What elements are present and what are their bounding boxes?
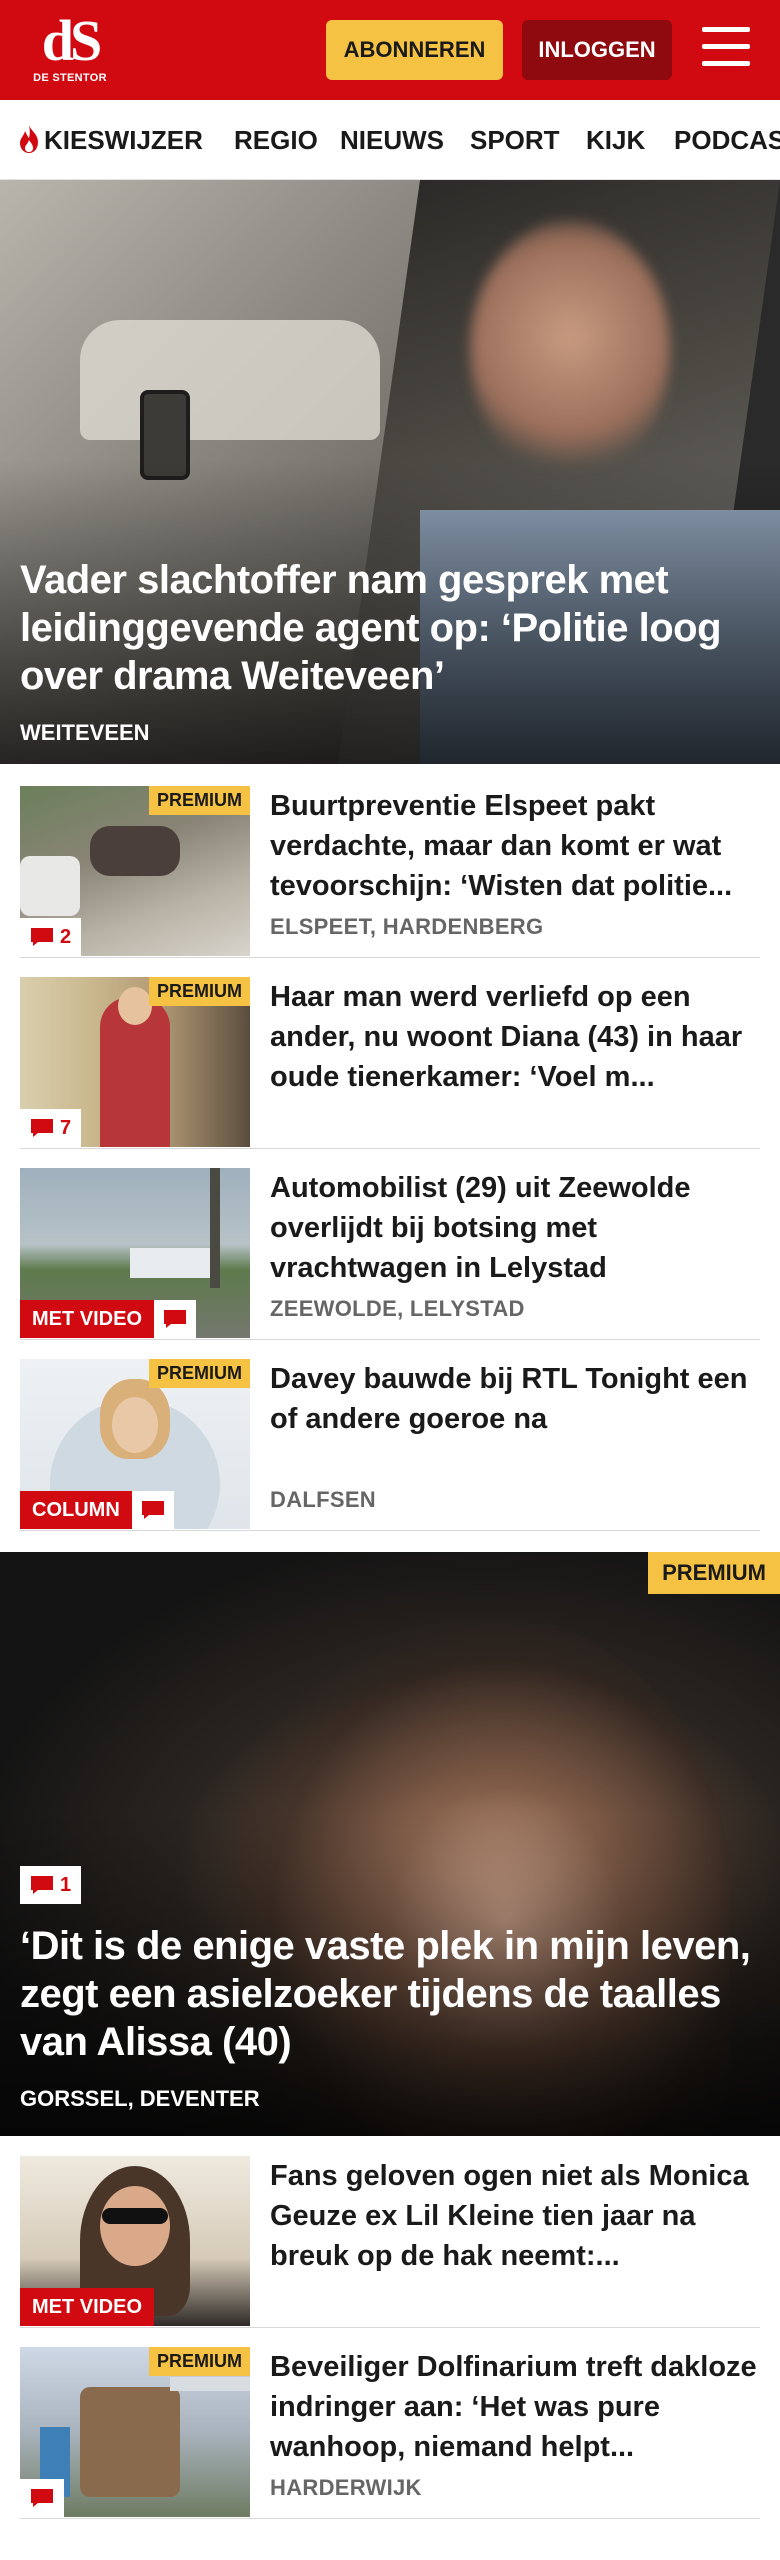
nav-item-sport[interactable]: SPORT [470, 100, 560, 179]
article-title[interactable]: Beveiliger Dolfinarium treft dakloze ind… [270, 2347, 760, 2467]
article-title[interactable]: Buurtpreventie Elspeet pakt verdachte, m… [270, 786, 760, 906]
comment-icon [31, 1119, 53, 1137]
nav-item-podcast[interactable]: PODCAS [674, 100, 780, 179]
hero-image-face-blurred [470, 220, 670, 480]
comment-icon [31, 2489, 53, 2507]
article-thumbnail: PREMIUM COLUMN [20, 1359, 250, 1529]
video-badge[interactable]: MET VIDEO [20, 2288, 155, 2326]
nav-item-kijk[interactable]: KIJK [586, 100, 645, 179]
comment-count: 2 [60, 925, 72, 948]
nav-label: KIESWIJZER [44, 125, 203, 155]
column-label: COLUMN [20, 1491, 132, 1529]
hero-title[interactable]: Vader slachtoffer nam gesprek met leidin… [20, 556, 760, 700]
article-thumbnail: PREMIUM 7 [20, 977, 250, 1147]
list-item[interactable]: PREMIUM 7 Haar man werd verliefd op een … [20, 977, 760, 1149]
comment-count-badge[interactable]: 1 [20, 1866, 82, 1904]
nav-item-kieswijzer[interactable]: KIESWIJZER [16, 100, 203, 179]
section-nav: KIESWIJZER REGIO NIEUWS SPORT KIJK PODCA… [0, 100, 780, 180]
premium-badge: PREMIUM [149, 1359, 250, 1388]
premium-badge: PREMIUM [149, 786, 250, 815]
comment-count-badge[interactable]: 2 [20, 918, 82, 956]
list-item[interactable]: PREMIUM 2 Buurtpreventie Elspeet pakt ve… [20, 786, 760, 958]
article-location: HARDERWIJK [270, 2475, 422, 2500]
hero-image-car [80, 320, 380, 440]
login-button[interactable]: INLOGGEN [522, 20, 672, 80]
premium-badge: PREMIUM [149, 977, 250, 1006]
nav-item-nieuws[interactable]: NIEUWS [340, 100, 444, 179]
hero-location: WEITEVEEN [20, 720, 150, 745]
list-item[interactable]: MET VIDEO Fans geloven ogen niet als Mon… [20, 2156, 760, 2328]
comment-icon [141, 1501, 164, 1519]
logo-mark: dS [41, 8, 103, 73]
video-label: MET VIDEO [20, 1300, 155, 1338]
comment-icon [164, 1310, 187, 1328]
article-title[interactable]: Haar man werd verliefd op een ander, nu … [270, 977, 760, 1097]
comment-count: 7 [60, 1116, 72, 1139]
comment-icon [31, 928, 53, 946]
video-label: MET VIDEO [20, 2288, 155, 2326]
comment-icon [31, 1876, 53, 1894]
article-location: ELSPEET, HARDENBERG [270, 914, 544, 939]
feature-article[interactable]: PREMIUM 1 ‘Dit is de enige vaste plek in… [0, 1552, 780, 2136]
article-thumbnail: MET VIDEO [20, 1168, 250, 1338]
hero-article[interactable]: Vader slachtoffer nam gesprek met leidin… [0, 180, 780, 764]
premium-badge: PREMIUM [648, 1552, 780, 1594]
article-title[interactable]: Fans geloven ogen niet als Monica Geuze … [270, 2156, 760, 2276]
article-thumbnail: PREMIUM 2 [20, 786, 250, 956]
comment-badge[interactable] [20, 2479, 64, 2517]
video-badge[interactable]: MET VIDEO [20, 1300, 197, 1338]
article-title[interactable]: Davey bauwde bij RTL Tonight een of ande… [270, 1359, 760, 1479]
flame-icon [20, 125, 38, 154]
logo[interactable]: dS DE STENTOR [30, 12, 110, 90]
premium-badge: PREMIUM [149, 2347, 250, 2376]
article-title[interactable]: Automobilist (29) uit Zeewolde overlijdt… [270, 1168, 760, 1288]
subscribe-button[interactable]: ABONNEREN [326, 20, 503, 80]
comment-count: 1 [60, 1873, 72, 1896]
nav-item-regio[interactable]: REGIO [234, 100, 318, 179]
feature-title[interactable]: ‘Dit is de enige vaste plek in mijn leve… [20, 1922, 760, 2066]
feature-location: GORSSEL, DEVENTER [20, 2086, 260, 2111]
top-bar: dS DE STENTOR ABONNEREN INLOGGEN [0, 0, 780, 100]
article-thumbnail: MET VIDEO [20, 2156, 250, 2326]
article-location: ZEEWOLDE, LELYSTAD [270, 1296, 525, 1321]
hamburger-icon[interactable] [702, 27, 750, 71]
comment-count-badge[interactable]: 7 [20, 1109, 82, 1147]
list-item[interactable]: PREMIUM COLUMN Davey bauwde bij RTL Toni… [20, 1359, 760, 1531]
article-location: DALFSEN [270, 1487, 376, 1512]
logo-name: DE STENTOR [33, 72, 107, 84]
column-badge[interactable]: COLUMN [20, 1491, 174, 1529]
article-thumbnail: PREMIUM [20, 2347, 250, 2517]
list-item[interactable]: PREMIUM Beveiliger Dolfinarium treft dak… [20, 2347, 760, 2519]
list-item[interactable]: MET VIDEO Automobilist (29) uit Zeewolde… [20, 1168, 760, 1340]
